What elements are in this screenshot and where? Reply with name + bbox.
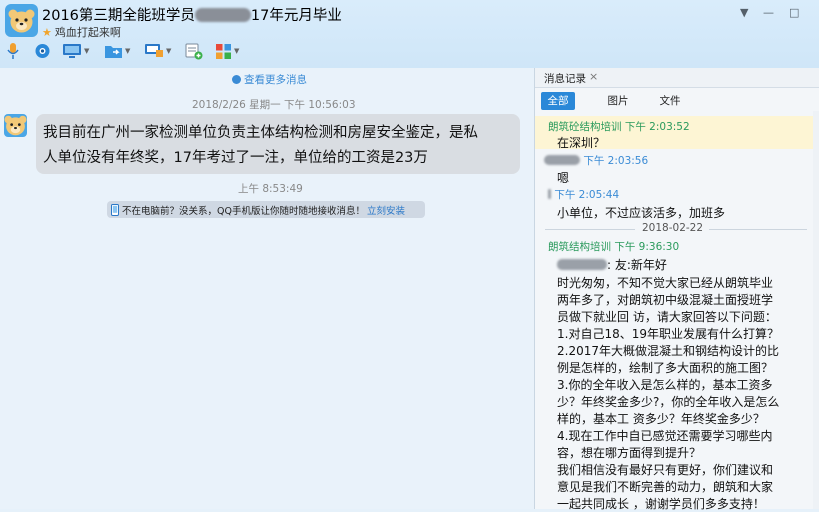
history-line: 我们相信没有最好只有更好，你们建议和 [557, 463, 774, 477]
message-bubble[interactable]: 我目前在广州一家检测单位负责主体结构检测和房屋安全鉴定，是私 人单位没有年终奖，… [36, 114, 520, 174]
screen-share-button[interactable]: ▼ [62, 41, 89, 61]
scrollbar[interactable] [813, 111, 819, 509]
history-line: : 友:新年好 [557, 256, 667, 273]
apps-grid-icon [216, 43, 231, 59]
redacted-sender [544, 155, 580, 165]
sender-name: 朗筑砼结构培训 [548, 121, 622, 133]
minimize-button[interactable]: — [763, 6, 774, 19]
create-group-icon [185, 43, 203, 59]
install-link[interactable]: 立刻安装 [367, 203, 405, 217]
history-line: 2.2017年大概做混凝土和钢结构设计的比 [557, 344, 779, 358]
load-more-link[interactable]: 查看更多消息 [232, 72, 307, 87]
history-line: 4.现在工作中自已感觉还需要学习哪些内 [557, 429, 773, 443]
remote-desktop-icon [145, 44, 163, 57]
history-tabs: 全部 图片 文件 [535, 92, 819, 110]
title-suffix: 17年元月毕业 [250, 8, 342, 24]
load-more-text: 查看更多消息 [244, 74, 307, 86]
contact-signature: ★ 鸡血打起来啊 [42, 24, 121, 40]
sender-time: 下午 2:05:44 [554, 189, 620, 201]
divider [709, 229, 807, 230]
apps-button[interactable]: ▼ [215, 41, 239, 61]
chevron-down-icon[interactable]: ▼ [84, 47, 89, 55]
panel-header: 消息记录 × [535, 68, 819, 88]
tab-all[interactable]: 全部 [541, 92, 575, 110]
star-icon: ★ [42, 26, 52, 39]
chevron-down-icon[interactable]: ▼ [234, 47, 239, 55]
phone-icon [111, 203, 119, 216]
sender-time: 下午 9:36:30 [614, 241, 680, 253]
history-sender[interactable]: 下午 2:05:44 [548, 187, 619, 202]
window-title: 2016第三期全能班学员 17年元月毕业 [42, 4, 342, 25]
screen-share-icon [63, 44, 81, 58]
tab-files[interactable]: 文件 [653, 92, 687, 110]
clock-icon [232, 75, 241, 84]
sender-name: 朗筑结构培训 [548, 241, 611, 253]
message-timestamp: 2018/2/26 星期一 下午 10:56:03 [192, 99, 356, 111]
history-line: 意见是我们不断完善的动力，朗筑和大家 [557, 480, 774, 494]
chevron-down-icon[interactable]: ▼ [166, 47, 171, 55]
history-line: 嗯 [557, 171, 570, 185]
sender-avatar[interactable] [4, 114, 27, 137]
redacted-name [557, 259, 607, 270]
history-line: 例是怎样的，绘制了多大面积的施工图？ [557, 361, 774, 375]
mobile-notice: 不在电脑前？没关系，QQ手机版让你随时随地接收消息！ 立刻安装 [107, 201, 425, 218]
tab-images[interactable]: 图片 [601, 92, 635, 110]
history-line: 两年多了，对朗筑初中级混凝土面授班学 [557, 293, 774, 307]
bear-avatar-icon [8, 9, 35, 33]
redacted-sender [548, 189, 551, 199]
close-icon[interactable]: × [589, 70, 598, 83]
history-sender[interactable]: 下午 2:03:56 [544, 153, 648, 168]
history-line: 少？年终奖金多少?，你的全年收入是怎么 [557, 395, 780, 409]
chat-area: 查看更多消息 2018/2/26 星期一 下午 10:56:03 我目前在广州一… [0, 68, 534, 509]
notice-text: 不在电脑前？没关系，QQ手机版让你随时随地接收消息！ [122, 205, 365, 217]
file-transfer-button[interactable]: ▼ [104, 41, 130, 61]
history-sender[interactable]: 朗筑砼结构培训 下午 2:03:52 [548, 119, 690, 134]
history-line: 时光匆匆，不知不觉大家已经从朗筑毕业 [557, 276, 774, 290]
title-prefix: 2016第三期全能班学员 [42, 8, 195, 24]
video-call-button[interactable] [34, 41, 51, 61]
maximize-button[interactable]: □ [789, 6, 799, 19]
history-line: 在深圳？ [557, 136, 606, 150]
history-line: 3.你的全年收入是怎么样的，基本工资多 [557, 378, 773, 392]
sender-time: 下午 2:03:52 [624, 121, 690, 133]
message-history-panel: 消息记录 × 全部 图片 文件 朗筑砼结构培训 下午 2:03:52 在深圳？ … [534, 68, 819, 511]
signature-text: 鸡血打起来啊 [54, 26, 121, 39]
video-camera-icon [35, 43, 50, 58]
sender-time: 下午 2:03:56 [583, 155, 649, 167]
history-line: 1.对自己18、19年职业发展有什么打算？ [557, 327, 779, 341]
history-line: 容，想在哪方面得到提升？ [557, 446, 702, 460]
file-transfer-icon [105, 46, 122, 58]
chevron-down-icon[interactable]: ▼ [125, 47, 130, 55]
history-line: 一起共同成长 ，谢谢学员们多多支持！ [557, 497, 765, 511]
date-separator: 2018-02-22 [642, 222, 704, 234]
history-line: 样的，基本工 资多少？年终奖金多少？ [557, 412, 765, 426]
chat-toolbar: ▼ ▼ ▼ ▼ [0, 39, 520, 65]
create-group-button[interactable] [185, 41, 203, 61]
window-menu-button[interactable]: ▼ [740, 6, 748, 19]
history-line: 员做下就业回 访，请大家回答以下问题： [557, 310, 777, 324]
remote-desktop-button[interactable]: ▼ [144, 41, 171, 61]
history-line: 小单位，不过应该活多，加班多 [557, 206, 726, 220]
voice-call-button[interactable] [5, 41, 21, 61]
bear-avatar-icon [4, 115, 27, 136]
history-line-text: : 友:新年好 [607, 258, 667, 272]
divider [545, 229, 635, 230]
title-bar: 2016第三期全能班学员 17年元月毕业 ★ 鸡血打起来啊 ▼ — □ ▼ ▼ … [0, 0, 819, 68]
contact-avatar[interactable] [5, 4, 38, 37]
message-line: 我目前在广州一家检测单位负责主体结构检测和房屋安全鉴定，是私 [43, 125, 478, 141]
message-line: 人单位没有年终奖，17年考过了一注，单位给的工资是23万 [43, 150, 428, 166]
microphone-icon [7, 43, 19, 59]
panel-title: 消息记录 [544, 73, 586, 85]
history-sender[interactable]: 朗筑结构培训 下午 9:36:30 [548, 239, 679, 254]
redacted-name [194, 8, 251, 22]
message-timestamp: 上午 8:53:49 [238, 183, 303, 195]
